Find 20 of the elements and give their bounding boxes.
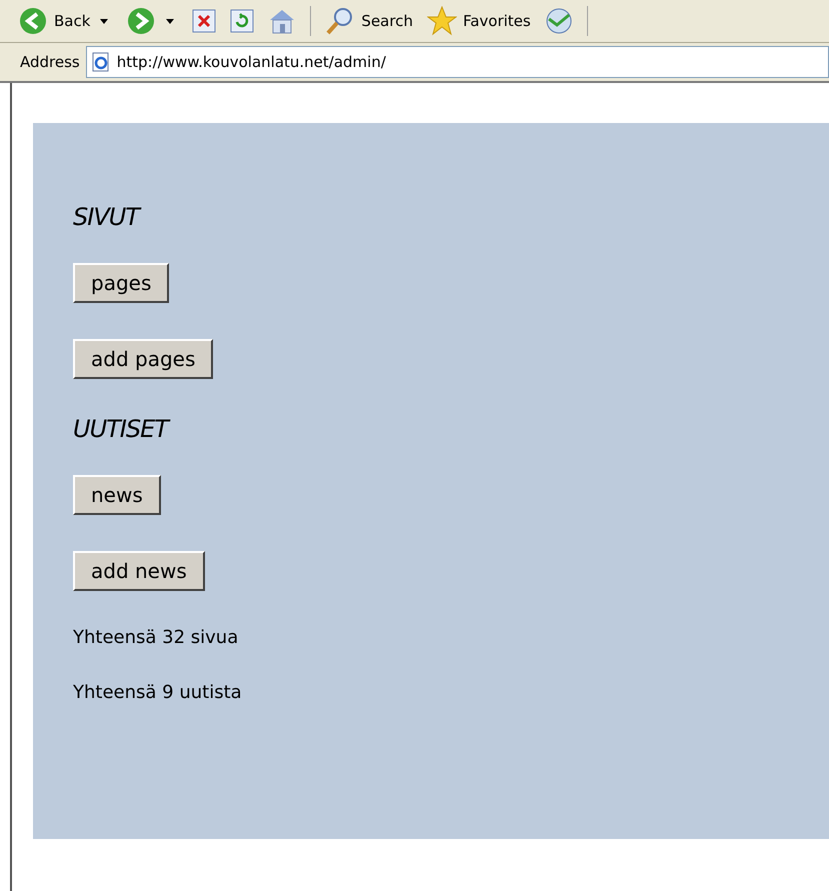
section-heading: UUTISET [73,415,168,449]
search-button[interactable]: Search [321,4,417,38]
admin-button[interactable]: add news [73,551,205,591]
admin-button[interactable]: news [73,475,161,515]
house-icon [268,8,296,34]
refresh-icon [230,9,254,33]
caret-icon[interactable] [100,18,108,24]
address-label: Address [20,53,80,71]
admin-button[interactable]: add pages [73,339,214,379]
page-icon [90,52,111,72]
star-icon [426,6,457,36]
admin-button[interactable]: pages [73,263,170,303]
total-count-text: Yhteensä 32 sivua [73,627,238,648]
section-heading: SIVUT [73,203,139,237]
address-field[interactable]: http://www.kouvolanlatu.net/admin/ [86,46,829,78]
back-button[interactable]: Back [14,4,94,38]
total-count-text: Yhteensä 9 uutista [73,682,242,703]
close-icon [192,9,216,33]
favorites-button[interactable]: Favorites [422,4,535,38]
caret-icon[interactable] [166,18,174,24]
